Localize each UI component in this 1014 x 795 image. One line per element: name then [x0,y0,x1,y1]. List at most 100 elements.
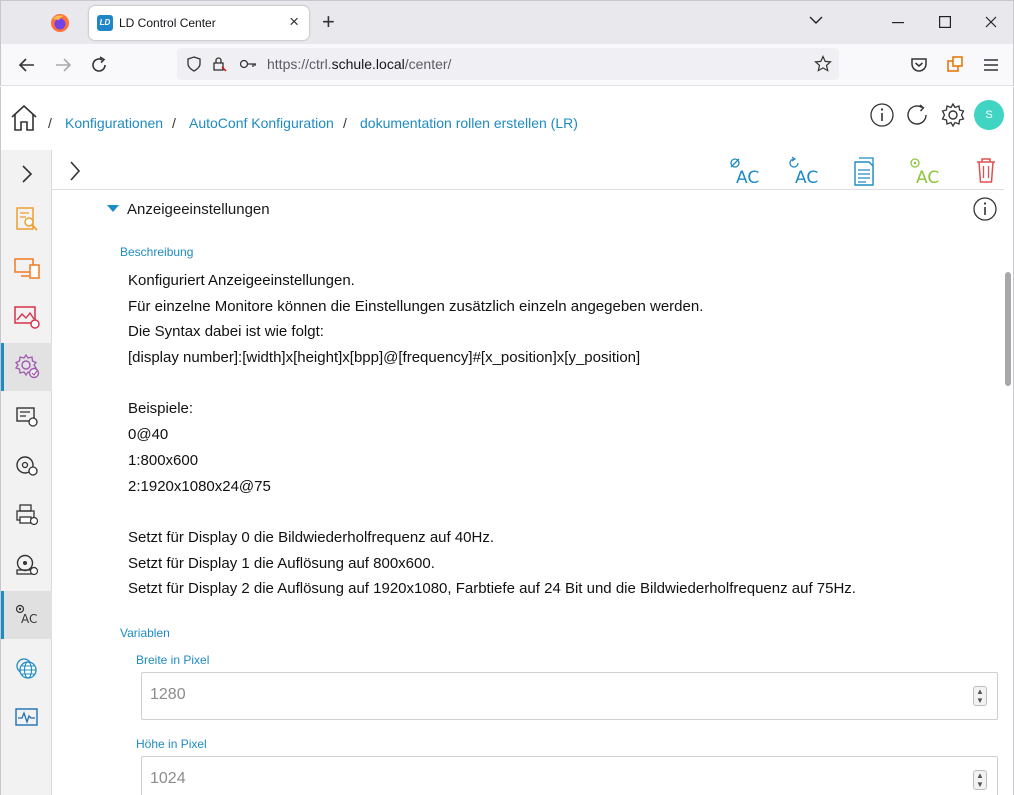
width-input-value[interactable]: 1280 [150,686,186,704]
browser-tab[interactable]: LD LD Control Center × [89,6,309,40]
tab-title: LD Control Center [119,16,216,30]
app-header: / Konfigurationen / AutoConf Konfigurati… [0,87,1014,150]
devices-icon [13,258,40,279]
ac-deactivate-icon[interactable]: AC [728,156,762,186]
user-avatar[interactable]: S [974,100,1004,130]
chevron-right-icon[interactable] [68,160,82,182]
description-line: Setzt für Display 0 die Bildwiederholfre… [128,528,495,546]
sidebar-item-drives[interactable] [1,541,52,589]
breadcrumb-autoconf[interactable]: AutoConf Konfiguration [189,115,334,131]
variables-label: Variablen [120,626,170,640]
toolbar-ac-text: AC [736,168,759,186]
toolbar-ac-text: AC [916,168,939,186]
hamburger-menu-icon[interactable] [979,53,1003,77]
chevron-down-icon[interactable] [809,15,823,25]
description-label: Beschreibung [120,245,194,259]
shield-icon[interactable] [186,56,202,72]
description-line: Die Syntax dabei ist wie folgt: [128,323,324,341]
info-icon[interactable] [870,103,894,127]
ld-favicon-icon: LD [97,15,113,31]
forward-arrow-icon[interactable] [51,53,75,77]
description-line: 1:800x600 [128,451,199,469]
breadcrumb-current[interactable]: dokumentation rollen erstellen (LR) [360,115,578,131]
number-spinner-icon[interactable]: ▲ ▼ [973,686,987,706]
description-text: Konfiguriert Anzeigeeinstellungen. Für e… [128,268,988,602]
breadcrumb-separator: / [343,115,347,131]
action-toolbar: AC AC AC [52,150,1004,190]
extensions-icon[interactable] [943,53,967,77]
description-line [128,499,988,525]
sidebar-item-monitoring[interactable] [1,694,52,742]
section-info-icon[interactable] [973,197,997,221]
sidebar-expand[interactable] [1,150,52,198]
width-input[interactable]: 1280 ▲ ▼ [141,672,998,720]
description-line: Setzt für Display 1 die Auflösung auf 80… [128,554,435,572]
description-line: [display number]:[width]x[height]x[bpp]@… [128,349,641,367]
drive-icon [15,554,38,576]
bookmark-star-icon[interactable] [814,55,832,73]
close-window-icon[interactable] [985,16,997,28]
description-line [128,371,988,397]
minimize-icon[interactable] [892,22,904,24]
height-input-value[interactable]: 1024 [150,770,186,788]
breadcrumb-konfigurationen[interactable]: Konfigurationen [65,115,163,131]
home-icon[interactable] [10,104,38,132]
sidebar-item-autoconf[interactable]: AC [1,591,52,639]
description-line: 2:1920x1080x24@75 [128,477,271,495]
printer-icon [15,504,38,526]
browser-tabbar: LD LD Control Center × + [0,0,1014,44]
image-settings-icon [13,306,40,329]
new-tab-button[interactable]: + [322,11,335,33]
sidebar-item-software[interactable] [1,442,52,490]
chevron-right-icon [21,165,32,183]
sidebar-item-hardware[interactable] [1,393,52,441]
description-line: Für einzelne Monitore können die Einstel… [128,297,704,315]
field-label-width: Breite in Pixel [136,653,210,667]
number-spinner-icon[interactable]: ▲ ▼ [973,770,987,790]
ac-reset-icon[interactable]: AC [787,156,821,186]
description-line: 0@40 [128,426,169,444]
autoconf-icon: AC [15,604,37,626]
sidebar-item-reports[interactable] [1,195,52,243]
scrollbar-thumb[interactable] [1005,272,1011,386]
description-line: Konfiguriert Anzeigeeinstellungen. [128,272,355,289]
refresh-icon[interactable] [905,103,929,127]
back-arrow-icon[interactable] [15,53,39,77]
toolbar-ac-text: AC [795,168,818,186]
sidebar-item-images[interactable] [1,293,52,341]
section-title[interactable]: Anzeigeeinstellungen [127,201,270,218]
description-line: Beispiele: [128,400,194,418]
trash-icon[interactable] [974,156,998,184]
field-label-height: Höhe in Pixel [136,737,207,751]
globe-settings-icon [15,658,37,679]
sidebar-item-printers[interactable] [1,491,52,539]
maximize-icon[interactable] [939,16,951,28]
tab-close-icon[interactable]: × [289,13,299,31]
url-bar[interactable]: https://ctrl.schule.local/center/ [177,48,839,80]
sidebar-item-network[interactable] [1,645,52,693]
ac-activate-icon[interactable]: AC [908,156,942,186]
hardware-icon [15,407,38,427]
browser-navbar: https://ctrl.schule.local/center/ [0,44,1014,86]
settings-gear-icon[interactable] [940,102,966,128]
document-icon[interactable] [851,156,881,186]
sidebar-item-devices[interactable] [1,244,52,292]
key-icon[interactable] [239,57,257,71]
sidebar-item-configuration[interactable] [1,343,52,391]
firefox-icon[interactable] [49,12,71,34]
pocket-icon[interactable] [907,53,931,77]
height-input[interactable]: 1024 ▲ ▼ [141,756,998,795]
description-line: Setzt für Display 2 die Auflösung auf 19… [128,580,856,598]
lock-icon[interactable] [211,56,227,72]
collapse-triangle-icon[interactable] [107,205,119,212]
disc-settings-icon [15,456,38,476]
sidebar: AC [0,150,52,795]
gear-config-icon [14,353,40,379]
report-search-icon [15,207,38,231]
sidebar-ac-text: AC [21,612,37,626]
url-text[interactable]: https://ctrl.schule.local/center/ [267,56,451,72]
breadcrumb-separator: / [172,115,176,131]
breadcrumb-separator: / [48,115,52,131]
main-content: AC AC AC Anzeigeeinstellungen Beschreibu… [52,150,1014,795]
reload-icon[interactable] [87,53,111,77]
